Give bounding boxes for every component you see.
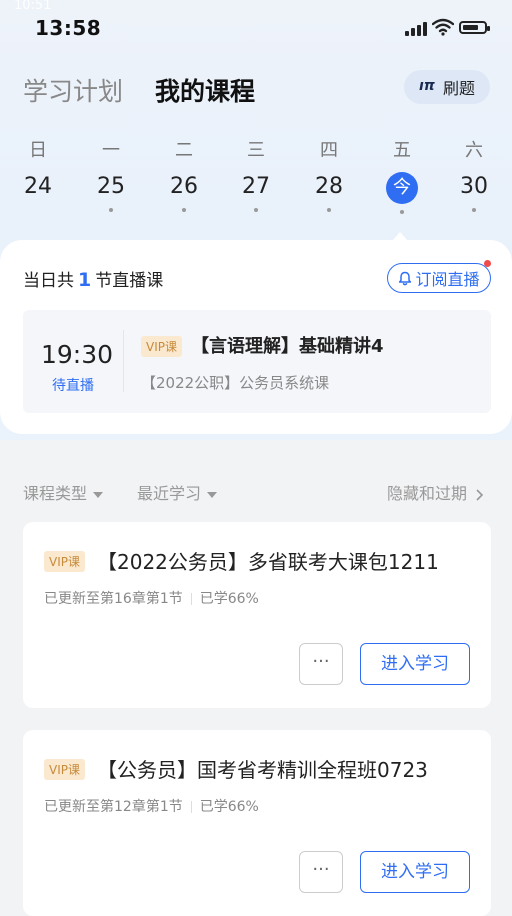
course-meta: 已更新至第16章第1节 已学66% [44, 588, 259, 608]
subscribe-live-button[interactable]: 订阅直播 [387, 260, 491, 293]
enter-study-button[interactable]: 进入学习 [360, 851, 470, 893]
weekday-row: 日 一 二 三 四 五 六 [0, 136, 512, 161]
date-item[interactable]: 30 [452, 172, 496, 212]
date-number: 25 [97, 174, 125, 199]
date-number: 30 [460, 174, 488, 199]
live-count: 1 [78, 269, 92, 291]
weekday-label: 六 [465, 140, 483, 161]
live-panel: 当日共 1 节直播课 订阅直播 19:30 待直播 VIP课 【言语理解】基础精讲4… [0, 232, 512, 434]
more-button[interactable]: ··· [299, 643, 343, 685]
status-bar: 10:51 13:58 [0, 0, 512, 56]
hidden-expired-label: 隐藏和过期 [387, 484, 468, 503]
today-marker: 今 [386, 172, 418, 204]
ghost-status-time: 10:51 [14, 0, 52, 13]
weekday-label: 二 [175, 140, 193, 161]
signal-icon [405, 22, 427, 36]
filter-bar: 课程类型 最近学习 隐藏和过期 [0, 480, 512, 504]
caret-down-icon [93, 491, 104, 498]
live-panel-title: 当日共 1 节直播课 [23, 266, 163, 291]
weekday-label: 一 [102, 140, 120, 161]
practice-label: 刷题 [442, 79, 475, 98]
date-item[interactable]: 25 [89, 172, 133, 212]
date-number: 24 [24, 174, 52, 199]
live-time: 19:30 [41, 340, 114, 369]
course-progress: 已学66% [199, 799, 259, 815]
weekday-label: 五 [393, 140, 411, 161]
enter-study-button[interactable]: 进入学习 [360, 643, 470, 685]
caret-down-icon [207, 491, 218, 498]
vip-badge: VIP课 [141, 336, 182, 357]
date-item[interactable]: 27 [234, 172, 278, 212]
course-updated: 已更新至第12章第1节 [44, 799, 183, 815]
wifi-icon [432, 18, 454, 36]
practice-button[interactable]: ıπ 刷题 [404, 70, 490, 104]
hidden-expired-link[interactable]: 隐藏和过期 [387, 480, 484, 504]
battery-icon [459, 21, 490, 34]
weekday-label: 四 [320, 140, 338, 161]
status-time: 13:58 [35, 16, 102, 40]
tab-my-courses[interactable]: 我的课程 [155, 72, 255, 108]
date-item[interactable]: 26 [162, 172, 206, 212]
course-type-filter[interactable]: 课程类型 [23, 480, 104, 504]
date-dot [109, 208, 113, 212]
date-item[interactable]: 28 [307, 172, 351, 212]
course-meta: 已更新至第12章第1节 已学66% [44, 796, 259, 816]
chevron-right-icon [476, 488, 484, 501]
recent-sort-filter[interactable]: 最近学习 [137, 480, 218, 504]
live-title-prefix: 当日共 [23, 271, 74, 291]
recent-label: 最近学习 [137, 484, 202, 503]
bell-icon [399, 271, 412, 285]
practice-icon: ıπ [419, 77, 441, 97]
course-progress: 已学66% [199, 591, 259, 607]
date-number: 27 [242, 174, 270, 199]
subscribe-label: 订阅直播 [415, 270, 480, 289]
live-panel-pointer [392, 232, 408, 241]
more-button[interactable]: ··· [299, 851, 343, 893]
svg-text:ıπ: ıπ [419, 78, 436, 93]
date-number: 28 [315, 174, 343, 199]
tab-study-plan[interactable]: 学习计划 [23, 72, 123, 108]
course-title: 【公务员】国考省考精训全程班0723 [97, 758, 428, 782]
weekday-label: 日 [29, 140, 47, 161]
course-updated: 已更新至第16章第1节 [44, 591, 183, 607]
date-item[interactable]: 24 [16, 172, 60, 202]
course-card[interactable]: VIP课 【2022公务员】多省联考大课包1211 已更新至第16章第1节 已学6… [23, 522, 491, 708]
date-dot [254, 208, 258, 212]
weekday-label: 三 [247, 140, 265, 161]
date-item-today[interactable]: 今 [380, 172, 424, 214]
vip-badge: VIP课 [44, 759, 85, 780]
course-title: 【2022公务员】多省联考大课包1211 [97, 550, 439, 574]
date-dot [400, 210, 404, 214]
date-dot [182, 208, 186, 212]
date-dot [327, 208, 331, 212]
date-row: 24 25 26 27 28 今 30 [0, 172, 512, 222]
course-type-label: 课程类型 [23, 484, 88, 503]
live-course-title: 【言语理解】基础精讲4 [191, 336, 384, 357]
live-title-suffix: 节直播课 [95, 271, 164, 291]
live-status: 待直播 [52, 378, 94, 394]
vip-badge: VIP课 [44, 551, 85, 572]
date-dot [472, 208, 476, 212]
live-course-subtitle: 【2022公职】公务员系统课 [141, 374, 330, 392]
live-item[interactable]: 19:30 待直播 VIP课 【言语理解】基础精讲4 【2022公职】公务员系统… [23, 310, 491, 413]
notification-dot [484, 260, 491, 267]
course-card[interactable]: VIP课 【公务员】国考省考精训全程班0723 已更新至第12章第1节 已学66%… [23, 730, 491, 916]
date-number: 26 [170, 174, 198, 199]
divider [123, 330, 124, 392]
